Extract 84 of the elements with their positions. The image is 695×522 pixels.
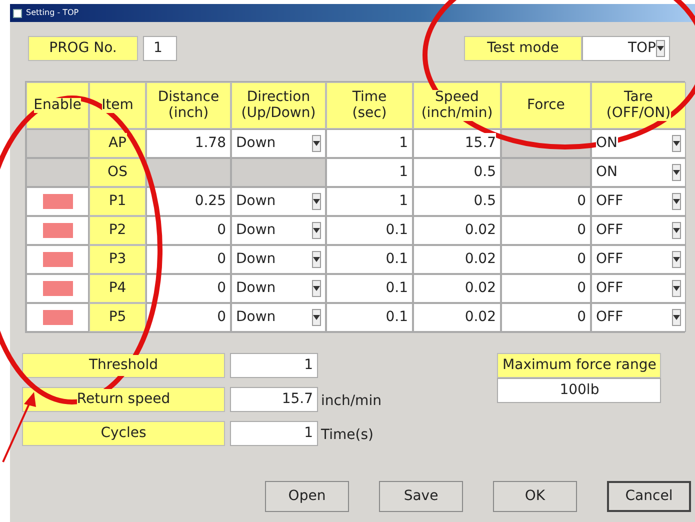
distance-field[interactable]: 0 xyxy=(146,274,231,303)
time-field[interactable]: 1 xyxy=(326,187,413,216)
column-header: Enable xyxy=(26,82,89,129)
dialog-button[interactable]: Open xyxy=(265,481,349,512)
speed-field[interactable]: 0.02 xyxy=(413,216,501,245)
item-cell: P2 xyxy=(89,216,146,245)
distance-field[interactable]: 1.78 xyxy=(146,129,231,158)
item-cell: P5 xyxy=(89,303,146,332)
speed-field[interactable]: 0.5 xyxy=(413,158,501,187)
force-field[interactable]: 0 xyxy=(501,216,591,245)
setting-field[interactable]: 15.7 xyxy=(230,387,318,412)
prog-no-label: PROG No. xyxy=(28,36,138,60)
distance-field[interactable]: 0 xyxy=(146,303,231,332)
enable-cell[interactable] xyxy=(26,274,89,303)
column-header: Item xyxy=(89,82,146,129)
time-field[interactable]: 0.1 xyxy=(326,303,413,332)
tare-dropdown[interactable]: ON xyxy=(591,129,686,158)
setting-label: Return speed xyxy=(22,387,225,412)
time-field[interactable]: 1 xyxy=(326,158,413,187)
unit-label: Time(s) xyxy=(321,426,374,445)
enable-swatch[interactable] xyxy=(42,223,72,238)
dialog-button[interactable]: Cancel xyxy=(607,481,691,512)
column-header: Tare (OFF/ON) xyxy=(591,82,686,129)
speed-field[interactable]: 0.02 xyxy=(413,303,501,332)
item-cell: AP xyxy=(89,129,146,158)
force-field[interactable]: 0 xyxy=(501,187,591,216)
column-header: Speed (inch/min) xyxy=(413,82,501,129)
dialog-button[interactable]: Save xyxy=(379,481,463,512)
setting-label: Threshold xyxy=(22,353,225,378)
distance-field[interactable]: 0.25 xyxy=(146,187,231,216)
tare-dropdown[interactable]: OFF xyxy=(591,303,686,332)
item-cell: P4 xyxy=(89,274,146,303)
time-field[interactable]: 0.1 xyxy=(326,245,413,274)
unit-label: inch/min xyxy=(321,392,382,411)
item-cell: P3 xyxy=(89,245,146,274)
enable-swatch[interactable] xyxy=(42,252,72,267)
column-header: Distance (inch) xyxy=(146,82,231,129)
column-header: Force xyxy=(501,82,591,129)
direction-dropdown[interactable]: Down xyxy=(231,216,326,245)
setting-field[interactable]: 1 xyxy=(230,421,318,446)
force-field[interactable]: 0 xyxy=(501,303,591,332)
test-mode-dropdown[interactable]: TOP xyxy=(582,36,670,60)
dialog-button[interactable]: OK xyxy=(493,481,577,512)
enable-cell[interactable] xyxy=(26,245,89,274)
max-force-range-label: Maximum force range xyxy=(497,353,662,378)
setting-field[interactable]: 1 xyxy=(230,353,318,378)
max-force-range-value: 100lb xyxy=(497,378,662,403)
distance-field[interactable]: 0 xyxy=(146,245,231,274)
prog-no-field[interactable]: 1 xyxy=(143,36,177,60)
annotation-arrow xyxy=(2,392,36,462)
speed-field[interactable]: 0.02 xyxy=(413,274,501,303)
app-icon xyxy=(13,8,22,18)
direction-dropdown[interactable]: Down xyxy=(231,274,326,303)
item-cell: P1 xyxy=(89,187,146,216)
enable-swatch[interactable] xyxy=(42,194,72,209)
item-cell: OS xyxy=(89,158,146,187)
time-field[interactable]: 1 xyxy=(326,129,413,158)
column-header: Time (sec) xyxy=(326,82,413,129)
time-field[interactable]: 0.1 xyxy=(326,274,413,303)
direction-dropdown[interactable]: Down xyxy=(231,129,326,158)
speed-field[interactable]: 0.5 xyxy=(413,187,501,216)
enable-cell[interactable] xyxy=(26,303,89,332)
test-mode-label: Test mode xyxy=(464,36,582,60)
tare-dropdown[interactable]: OFF xyxy=(591,187,686,216)
tare-dropdown[interactable]: OFF xyxy=(591,245,686,274)
enable-cell[interactable] xyxy=(26,187,89,216)
direction-dropdown[interactable]: Down xyxy=(231,187,326,216)
tare-dropdown[interactable]: ON xyxy=(591,158,686,187)
tare-dropdown[interactable]: OFF xyxy=(591,274,686,303)
force-field[interactable]: 0 xyxy=(501,274,591,303)
enable-swatch[interactable] xyxy=(42,281,72,296)
direction-dropdown[interactable]: Down xyxy=(231,303,326,332)
column-header: Direction (Up/Down) xyxy=(231,82,326,129)
direction-dropdown[interactable]: Down xyxy=(231,245,326,274)
force-field[interactable]: 0 xyxy=(501,245,591,274)
time-field[interactable]: 0.1 xyxy=(326,216,413,245)
speed-field[interactable]: 15.7 xyxy=(413,129,501,158)
speed-field[interactable]: 0.02 xyxy=(413,245,501,274)
distance-field[interactable]: 0 xyxy=(146,216,231,245)
setting-label: Cycles xyxy=(22,421,225,446)
enable-cell[interactable] xyxy=(26,216,89,245)
enable-swatch[interactable] xyxy=(42,310,72,325)
window-title: Setting - TOP xyxy=(26,7,79,19)
tare-dropdown[interactable]: OFF xyxy=(591,216,686,245)
